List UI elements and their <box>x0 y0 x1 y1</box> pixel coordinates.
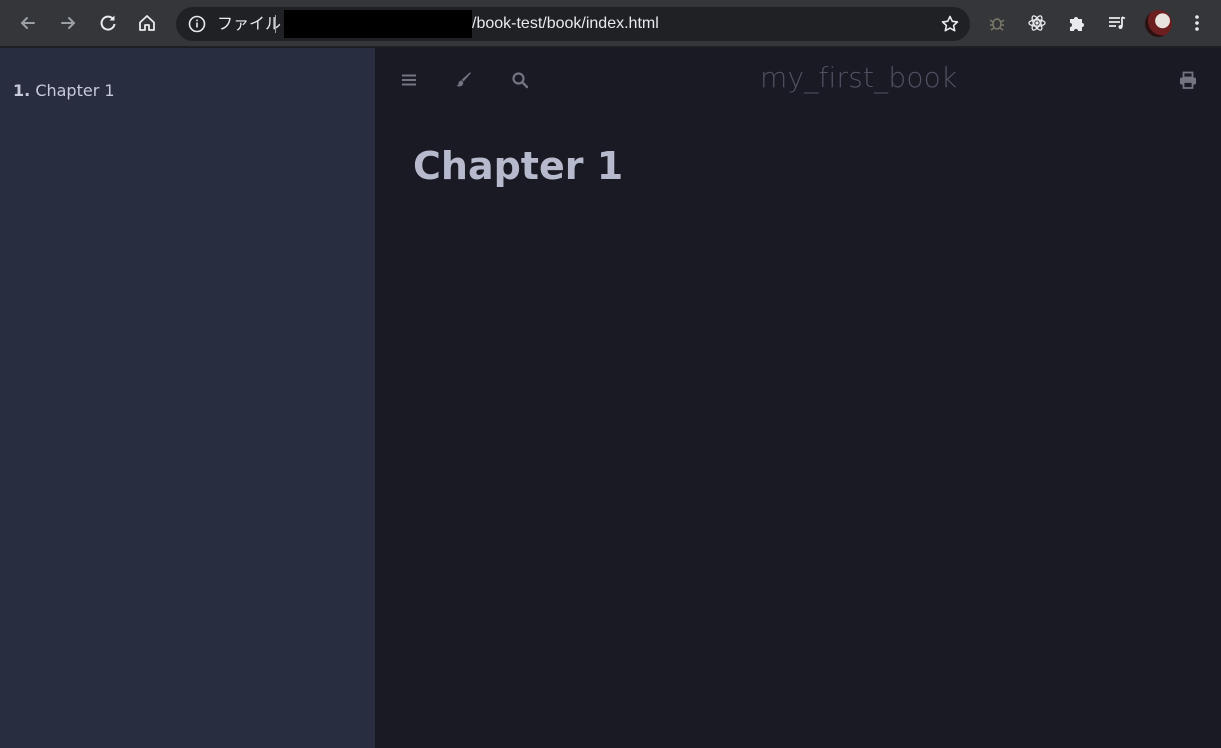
page-heading: Chapter 1 <box>413 144 624 188</box>
url-path: /book-test/book/index.html <box>472 15 659 32</box>
extension-react-button[interactable] <box>1024 10 1050 36</box>
home-button[interactable] <box>132 8 162 38</box>
print-button[interactable] <box>1175 67 1201 93</box>
theme-button[interactable] <box>451 67 477 93</box>
redacted-url-segment <box>284 10 472 38</box>
book-title: my_first_book <box>760 61 958 94</box>
url-scheme-label: ファイル <box>217 14 282 33</box>
info-icon[interactable] <box>188 15 206 33</box>
bug-icon <box>989 18 1005 31</box>
profile-avatar[interactable] <box>1145 10 1172 37</box>
search-button[interactable] <box>507 67 533 93</box>
react-icon <box>1028 15 1046 31</box>
extension-bug-button[interactable] <box>984 10 1010 36</box>
sidebar-item-label: Chapter 1 <box>35 81 115 100</box>
browser-menu-button[interactable] <box>1184 10 1210 36</box>
address-bar[interactable]: ファイル /book-test/book/index.html <box>176 7 970 41</box>
sidebar: 1. Chapter 1 <box>0 48 375 748</box>
media-control-button[interactable] <box>1104 10 1130 36</box>
content-area: my_first_book Chapter 1 <box>375 48 1221 748</box>
sidebar-item-chapter-1[interactable]: 1. Chapter 1 <box>13 80 115 102</box>
chapter-number: 1. <box>13 81 31 100</box>
reload-button[interactable] <box>93 8 123 38</box>
arrow-right-icon <box>61 17 76 29</box>
home-icon <box>139 15 155 31</box>
more-vertical-icon <box>1195 15 1199 31</box>
toggle-sidebar-button[interactable] <box>396 67 422 93</box>
back-button[interactable] <box>13 8 43 38</box>
extensions-button[interactable] <box>1064 10 1090 36</box>
search-icon <box>512 72 529 89</box>
printer-icon <box>1180 71 1196 89</box>
url-separator <box>275 15 276 33</box>
reload-icon <box>100 15 116 31</box>
paintbrush-icon <box>456 72 471 87</box>
puzzle-icon <box>1070 17 1084 31</box>
playlist-music-icon <box>1109 16 1126 29</box>
arrow-left-icon <box>20 17 35 29</box>
forward-button[interactable] <box>53 8 83 38</box>
bookmark-star-icon[interactable] <box>940 14 960 34</box>
hamburger-icon <box>402 74 416 86</box>
browser-toolbar: ファイル /book-test/book/index.html <box>0 0 1221 47</box>
